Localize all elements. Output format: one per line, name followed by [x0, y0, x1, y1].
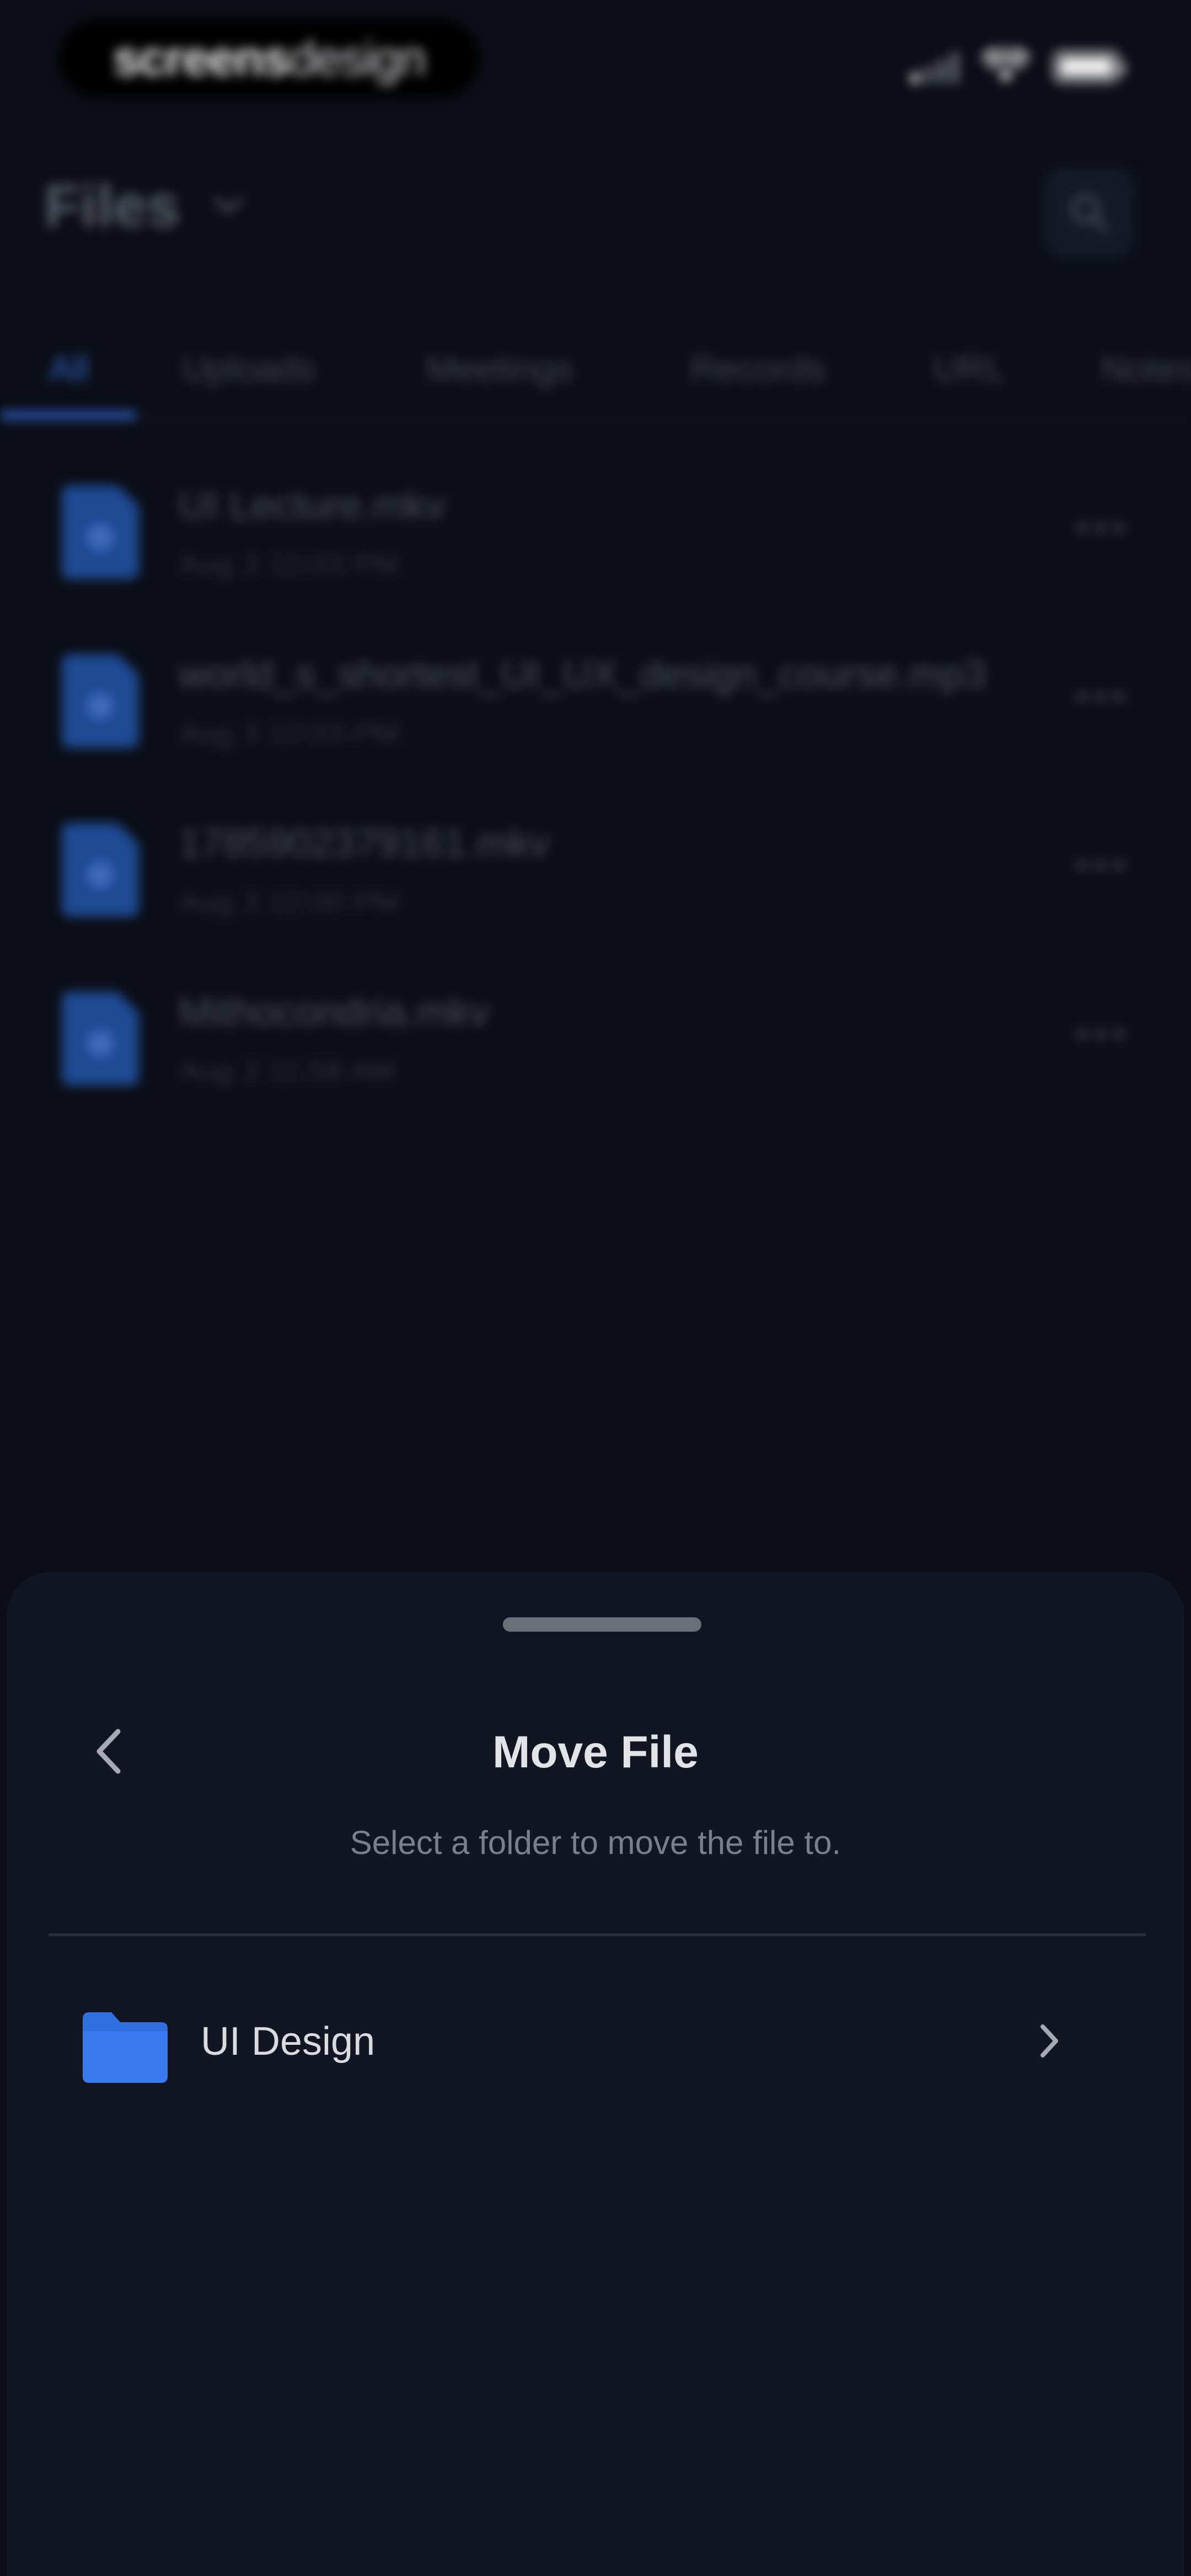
files-title-dropdown[interactable]: Files — [44, 171, 244, 240]
file-row[interactable]: UI Lecture.mkv Aug 3 12:03 PM ••• — [0, 452, 1191, 618]
file-date: Aug 3 12:00 PM — [179, 884, 400, 919]
status-icons — [911, 47, 1125, 86]
battery-icon — [1053, 51, 1125, 83]
divider — [49, 1933, 1146, 1936]
chevron-right-icon — [1024, 2013, 1074, 2069]
file-row[interactable]: 1785902379161.mkv Aug 3 12:00 PM ••• — [0, 790, 1191, 955]
tab-notes[interactable]: Notes — [1101, 348, 1191, 389]
tab-url[interactable]: URL — [933, 348, 1006, 389]
file-row[interactable]: Mithocondria.mkv Aug 3 11:58 AM ••• — [0, 959, 1191, 1124]
sheet-subtitle: Select a folder to move the file to. — [350, 1824, 841, 1861]
video-file-icon — [62, 485, 139, 579]
folder-name: UI Design — [201, 2019, 375, 2064]
folder-icon — [77, 2008, 171, 2088]
file-name: UI Lecture.mkv — [179, 484, 446, 528]
status-bar: screens design — [0, 0, 1191, 127]
audio-file-icon — [62, 654, 139, 748]
file-date: Aug 3 11:58 AM — [179, 1053, 396, 1088]
file-name: world_s_shortest_UI_UX_design_course.mp3 — [179, 653, 986, 697]
wifi-icon — [983, 49, 1029, 82]
sheet-header: Move File — [7, 1699, 1184, 1798]
file-date: Aug 3 12:03 PM — [179, 715, 400, 750]
more-horizontal-icon[interactable]: ••• — [1074, 671, 1130, 722]
file-name: Mithocondria.mkv — [179, 990, 490, 1034]
sheet-title: Move File — [492, 1727, 699, 1777]
search-icon — [1071, 195, 1108, 231]
watermark-bold: screens — [112, 31, 290, 85]
tab-meetings[interactable]: Meetings — [426, 348, 573, 389]
move-file-sheet: Move File Select a folder to move the fi… — [7, 1572, 1184, 2576]
file-row[interactable]: world_s_shortest_UI_UX_design_course.mp3… — [0, 621, 1191, 787]
tab-bar: All Uploads Meetings Records URL Notes — [0, 320, 1191, 419]
more-horizontal-icon[interactable]: ••• — [1074, 1008, 1130, 1059]
files-header: Files — [0, 149, 1191, 270]
folder-item-ui-design[interactable]: UI Design — [7, 1980, 1184, 2107]
page-title: Files — [44, 172, 180, 239]
file-name: 1785902379161.mkv — [179, 821, 550, 865]
watermark-logo: screens design — [60, 20, 479, 97]
file-date: Aug 3 12:03 PM — [179, 547, 400, 581]
video-file-icon — [62, 823, 139, 917]
screen: screens design Files All Uploads Meeting… — [0, 0, 1191, 2576]
more-horizontal-icon[interactable]: ••• — [1074, 502, 1130, 553]
search-button[interactable] — [1042, 165, 1136, 259]
video-file-icon — [62, 992, 139, 1086]
sheet-drag-handle[interactable] — [503, 1617, 701, 1632]
tab-records[interactable]: Records — [690, 348, 826, 389]
chevron-down-icon — [214, 196, 243, 213]
watermark-light: design — [288, 31, 426, 85]
tab-uploads[interactable]: Uploads — [182, 348, 315, 389]
active-tab-indicator — [0, 411, 137, 419]
tab-all[interactable]: All — [49, 348, 89, 389]
more-horizontal-icon[interactable]: ••• — [1074, 840, 1130, 890]
signal-icon — [911, 50, 958, 83]
